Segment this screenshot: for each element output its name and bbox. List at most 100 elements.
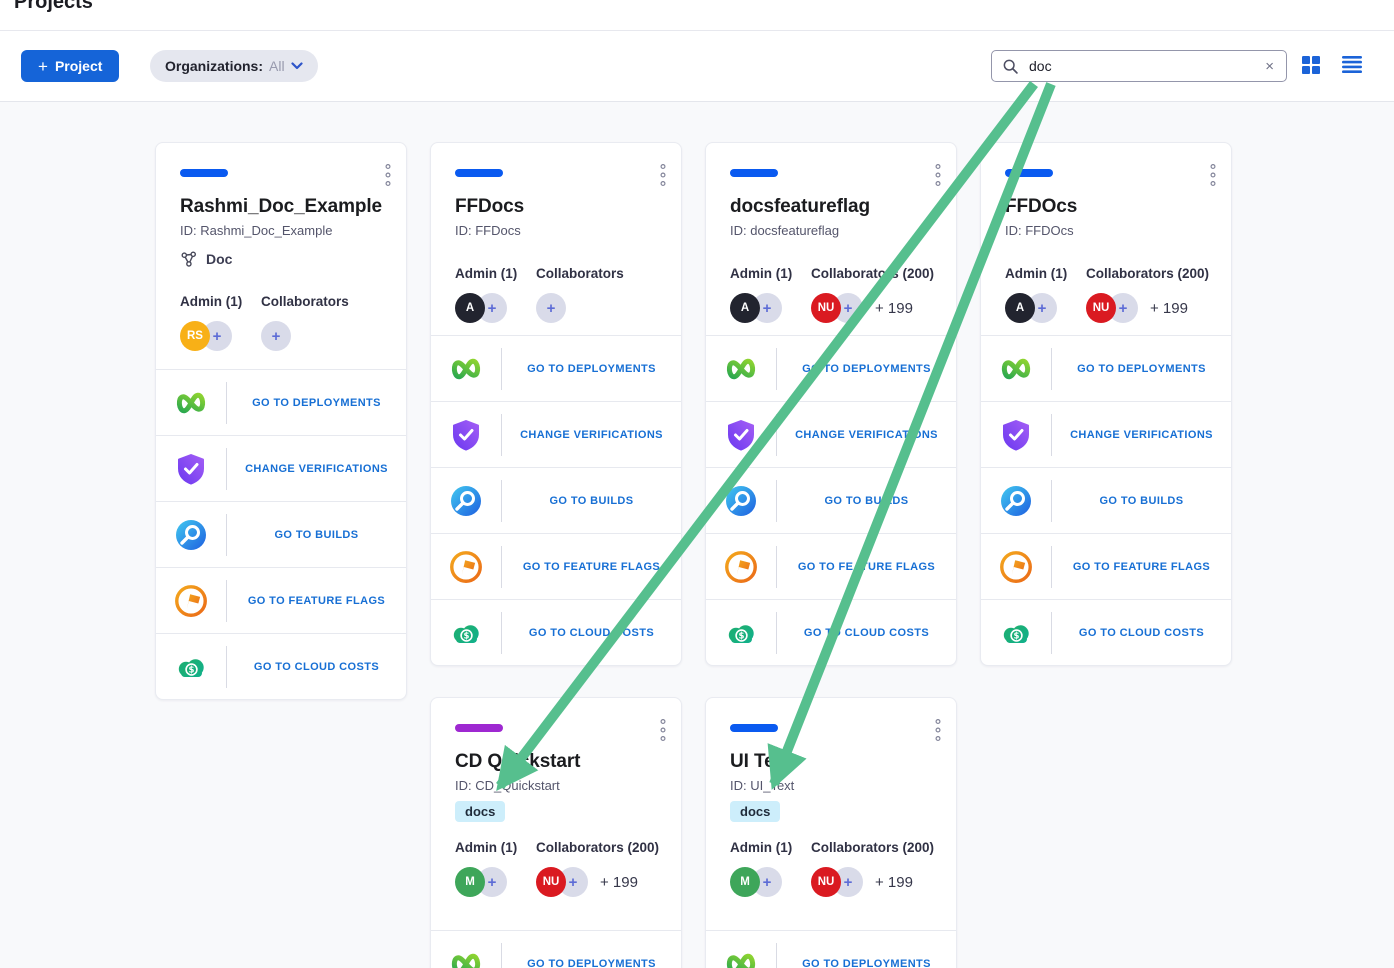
kebab-menu-button[interactable] (930, 159, 946, 194)
project-card[interactable]: docsfeatureflag ID: docsfeatureflag Admi… (705, 142, 957, 666)
members-section: Admin (1) A + Collaborators + (431, 266, 681, 323)
new-project-button[interactable]: + Project (21, 50, 119, 82)
project-card[interactable]: Rashmi_Doc_Example ID: Rashmi_Doc_Exampl… (155, 142, 407, 700)
action-row-builds[interactable]: GO TO BUILDS (431, 467, 681, 533)
action-row-builds[interactable]: GO TO BUILDS (981, 467, 1231, 533)
collaborators-label: Collaborators (261, 294, 382, 309)
card-actions: GO TO DEPLOYMENTS CHANGE VERIFICATIONS G… (156, 369, 406, 699)
project-card[interactable]: UI Text ID: UI_Text docs Admin (1) M + C… (705, 697, 957, 968)
project-title: CD Quickstart (455, 751, 657, 773)
card-actions: GO TO DEPLOYMENTS CHANGE VERIFICATIONS G… (431, 335, 681, 665)
grid-view-button[interactable] (1301, 56, 1321, 76)
go-to-deployments-link[interactable]: GO TO DEPLOYMENTS (227, 397, 406, 409)
three-dots-icon (384, 163, 392, 187)
collaborators-column: Collaborators (200) NU + + 199 (811, 840, 934, 897)
action-row-verifications[interactable]: CHANGE VERIFICATIONS (981, 401, 1231, 467)
go-to-builds-link[interactable]: GO TO BUILDS (502, 495, 681, 507)
project-card[interactable]: FFDocs ID: FFDocs Admin (1) A + Collabor… (430, 142, 682, 666)
action-row-verifications[interactable]: CHANGE VERIFICATIONS (156, 435, 406, 501)
collaborator-avatar: NU (811, 293, 841, 323)
projects-page: Projects + Project Organizations: All × (0, 0, 1394, 968)
add-collaborator-button[interactable]: + (261, 321, 291, 351)
go-to-deployments-link[interactable]: GO TO DEPLOYMENTS (502, 958, 681, 968)
list-view-button[interactable] (1342, 56, 1362, 76)
action-row-feature-flags[interactable]: GO TO FEATURE FLAGS (431, 533, 681, 599)
three-dots-icon (934, 718, 942, 742)
action-row-feature-flags[interactable]: GO TO FEATURE FLAGS (706, 533, 956, 599)
members-section: Admin (1) A + Collaborators (200) NU + +… (706, 266, 956, 323)
action-row-deployments[interactable]: GO TO DEPLOYMENTS (706, 335, 956, 401)
action-row-feature-flags[interactable]: GO TO FEATURE FLAGS (156, 567, 406, 633)
org-filter-dropdown[interactable]: Organizations: All (150, 50, 318, 82)
action-row-feature-flags[interactable]: GO TO FEATURE FLAGS (981, 533, 1231, 599)
go-to-feature-flags-link[interactable]: GO TO FEATURE FLAGS (777, 561, 956, 573)
project-title: FFDocs (455, 196, 657, 218)
project-card[interactable]: FFDOcs ID: FFDOcs Admin (1) A + Collabor… (980, 142, 1232, 666)
change-verifications-link[interactable]: CHANGE VERIFICATIONS (1052, 429, 1231, 441)
action-row-deployments[interactable]: GO TO DEPLOYMENTS (981, 335, 1231, 401)
admin-label: Admin (1) (730, 266, 811, 281)
three-dots-icon (934, 163, 942, 187)
action-row-builds[interactable]: GO TO BUILDS (156, 501, 406, 567)
admin-label: Admin (1) (180, 294, 261, 309)
plus-icon: + (38, 58, 48, 75)
collaborators-extra-count: + 199 (875, 874, 913, 891)
action-row-cloud-costs[interactable]: GO TO CLOUD COSTS (981, 599, 1231, 665)
action-row-verifications[interactable]: CHANGE VERIFICATIONS (706, 401, 956, 467)
go-to-deployments-link[interactable]: GO TO DEPLOYMENTS (1052, 363, 1231, 375)
action-row-builds[interactable]: GO TO BUILDS (706, 467, 956, 533)
admin-label: Admin (1) (1005, 266, 1086, 281)
admin-label: Admin (1) (455, 266, 536, 281)
project-card[interactable]: CD Quickstart ID: CD_Quickstart docs Adm… (430, 697, 682, 968)
action-row-deployments[interactable]: GO TO DEPLOYMENTS (431, 335, 681, 401)
go-to-deployments-link[interactable]: GO TO DEPLOYMENTS (502, 363, 681, 375)
project-accent-bar (180, 169, 228, 177)
org-filter-value: All (269, 58, 285, 74)
change-verifications-link[interactable]: CHANGE VERIFICATIONS (502, 429, 681, 441)
go-to-builds-link[interactable]: GO TO BUILDS (227, 529, 406, 541)
add-collaborator-button[interactable]: + (536, 293, 566, 323)
deployments-icon (723, 356, 759, 382)
go-to-feature-flags-link[interactable]: GO TO FEATURE FLAGS (1052, 561, 1231, 573)
collaborators-label: Collaborators (200) (536, 840, 659, 855)
action-row-deployments[interactable]: GO TO DEPLOYMENTS (156, 369, 406, 435)
collaborators-column: Collaborators + (261, 294, 382, 351)
clear-search-button[interactable]: × (1263, 57, 1276, 76)
go-to-feature-flags-link[interactable]: GO TO FEATURE FLAGS (227, 595, 406, 607)
action-row-deployments[interactable]: GO TO DEPLOYMENTS (706, 930, 956, 968)
kebab-menu-button[interactable] (1205, 159, 1221, 194)
admin-column: Admin (1) A + (730, 266, 811, 323)
kebab-menu-button[interactable] (655, 714, 671, 749)
action-row-cloud-costs[interactable]: GO TO CLOUD COSTS (706, 599, 956, 665)
change-verifications-link[interactable]: CHANGE VERIFICATIONS (227, 463, 406, 475)
go-to-deployments-link[interactable]: GO TO DEPLOYMENTS (777, 958, 956, 968)
action-row-deployments[interactable]: GO TO DEPLOYMENTS (431, 930, 681, 968)
action-row-cloud-costs[interactable]: GO TO CLOUD COSTS (431, 599, 681, 665)
action-row-cloud-costs[interactable]: GO TO CLOUD COSTS (156, 633, 406, 699)
go-to-deployments-link[interactable]: GO TO DEPLOYMENTS (777, 363, 956, 375)
go-to-cloud-costs-link[interactable]: GO TO CLOUD COSTS (777, 627, 956, 639)
members-section: Admin (1) M + Collaborators (200) NU + +… (706, 840, 956, 897)
go-to-cloud-costs-link[interactable]: GO TO CLOUD COSTS (1052, 627, 1231, 639)
list-view-icon (1342, 56, 1362, 73)
kebab-menu-button[interactable] (655, 159, 671, 194)
admin-column: Admin (1) M + (455, 840, 536, 897)
go-to-builds-link[interactable]: GO TO BUILDS (1052, 495, 1231, 507)
search-input[interactable] (1027, 57, 1255, 75)
three-dots-icon (659, 718, 667, 742)
three-dots-icon (1209, 163, 1217, 187)
divider (0, 30, 1394, 31)
go-to-builds-link[interactable]: GO TO BUILDS (777, 495, 956, 507)
members-section: Admin (1) M + Collaborators (200) NU + +… (431, 840, 681, 897)
go-to-cloud-costs-link[interactable]: GO TO CLOUD COSTS (227, 661, 406, 673)
grid-view-icon (1302, 56, 1320, 74)
kebab-menu-button[interactable] (380, 159, 396, 194)
tags-icon (180, 250, 198, 268)
page-header: Projects + Project Organizations: All × (0, 0, 1394, 102)
go-to-feature-flags-link[interactable]: GO TO FEATURE FLAGS (502, 561, 681, 573)
kebab-menu-button[interactable] (930, 714, 946, 749)
collaborator-avatar: NU (811, 867, 841, 897)
change-verifications-link[interactable]: CHANGE VERIFICATIONS (777, 429, 956, 441)
go-to-cloud-costs-link[interactable]: GO TO CLOUD COSTS (502, 627, 681, 639)
action-row-verifications[interactable]: CHANGE VERIFICATIONS (431, 401, 681, 467)
